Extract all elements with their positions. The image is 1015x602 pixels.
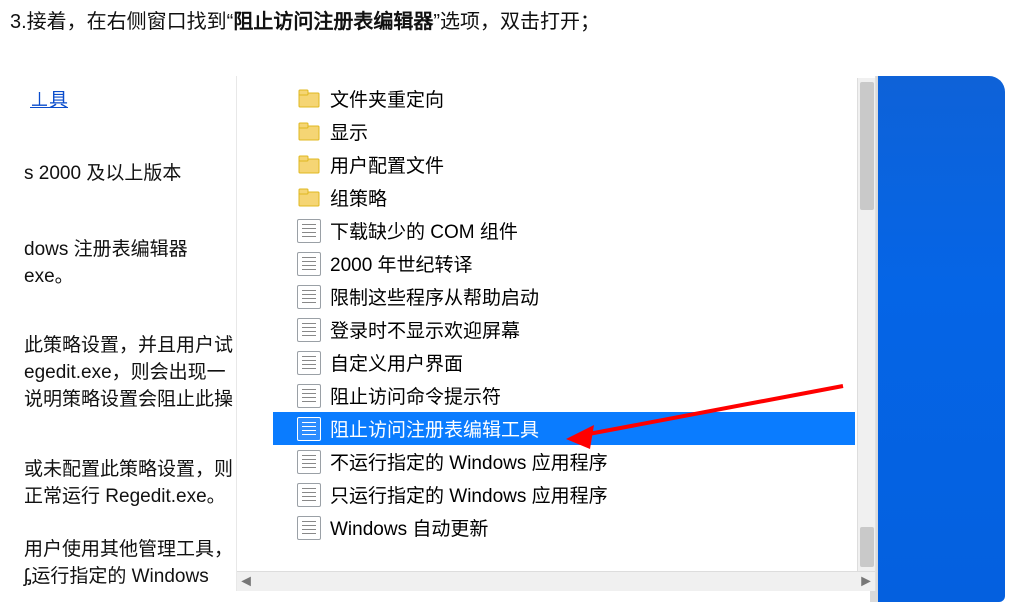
list-item[interactable]: 自定义用户界面 [273,346,855,379]
fragment-link: ⊥具 [30,85,68,112]
setting-icon [297,252,321,276]
fragment-e: 用户使用其他管理工具， [24,536,233,563]
folder-icon [297,87,321,111]
setting-icon [297,450,321,474]
list-item[interactable]: 阻止访问注册表编辑工具 [273,412,855,445]
list-item-label: 不运行指定的 Windows 应用程序 [330,448,608,475]
list-item-label: 阻止访问注册表编辑工具 [330,415,539,442]
list-item[interactable]: 限制这些程序从帮助启动 [273,280,855,313]
fragment-c2: egedit.exe，则会出现一 [24,359,226,386]
scroll-left-arrow[interactable]: ◄ [237,572,255,591]
list-item[interactable]: 用户配置文件 [273,148,855,181]
list-item[interactable]: 不运行指定的 Windows 应用程序 [273,445,855,478]
fragment-d: 或未配置此策略设置，则 [24,456,233,483]
list-item[interactable]: 只运行指定的 Windows 应用程序 [273,478,855,511]
fragment-b: dows 注册表编辑器 [24,236,188,263]
setting-icon [297,318,321,342]
fragment-d2: 正常运行 Regedit.exe。 [24,483,226,510]
fragment-e2: ᶋ运行指定的 Windows [24,563,209,590]
list-item-label: 阻止访问命令提示符 [330,382,501,409]
list-item-label: 文件夹重定向 [330,85,444,112]
fragment-bb: exe。 [24,263,74,290]
setting-icon [297,417,321,441]
list-item[interactable]: 下载缺少的 COM 组件 [273,214,855,247]
setting-icon [297,384,321,408]
list-item[interactable]: 阻止访问命令提示符 [273,379,855,412]
list-item[interactable]: 文件夹重定向 [273,82,855,115]
list-item-label: 组策略 [330,184,387,211]
list-item-label: 用户配置文件 [330,151,444,178]
setting-icon [297,483,321,507]
desktop-background [878,76,1005,602]
scroll-thumb-bottom[interactable] [860,527,874,567]
list-item-label: 自定义用户界面 [330,349,463,376]
list-item[interactable]: 2000 年世纪转译 [273,247,855,280]
fragment-c3: 说明策略设置会阻止此操 [24,386,233,413]
list-item[interactable]: Windows 自动更新 [273,511,855,544]
list-item-label: 2000 年世纪转译 [330,250,473,277]
fragment-a: s 2000 及以上版本 [24,160,181,187]
list-item-label: 登录时不显示欢迎屏幕 [330,316,520,343]
list-item-label: Windows 自动更新 [330,514,488,541]
list-item-label: 只运行指定的 Windows 应用程序 [330,481,608,508]
policy-list: 文件夹重定向显示用户配置文件组策略下载缺少的 COM 组件 2000 年世纪转译限… [273,82,855,569]
scroll-thumb-top[interactable] [860,82,874,210]
vertical-scrollbar[interactable] [857,78,875,571]
instr-bold: 阻止访问注册表编辑器 [233,11,433,33]
setting-icon [297,516,321,540]
scroll-right-arrow[interactable]: ► [857,572,875,591]
setting-icon [297,285,321,309]
policy-list-panel: 文件夹重定向显示用户配置文件组策略下载缺少的 COM 组件 2000 年世纪转译限… [236,76,876,591]
instr-suffix: ”选项，双击打开； [433,11,600,33]
list-item[interactable]: 组策略 [273,181,855,214]
list-item-label: 显示 [330,118,368,145]
folder-icon [297,120,321,144]
folder-icon [297,186,321,210]
folder-icon [297,153,321,177]
list-item-label: 限制这些程序从帮助启动 [330,283,539,310]
instr-prefix: 3.接着，在右侧窗口找到“ [10,11,233,33]
step-instruction: 3.接着，在右侧窗口找到“阻止访问注册表编辑器”选项，双击打开； [0,0,1015,48]
list-item[interactable]: 显示 [273,115,855,148]
list-item[interactable]: 登录时不显示欢迎屏幕 [273,313,855,346]
screenshot-area: ⊥具 s 2000 及以上版本 dows 注册表编辑器 exe。 此策略设置，并… [18,76,1005,602]
setting-icon [297,351,321,375]
list-item-label: 下载缺少的 COM 组件 [330,217,518,244]
horizontal-scrollbar[interactable]: ◄ ► [237,571,875,591]
fragment-c: 此策略设置，并且用户试 [24,332,233,359]
setting-icon [297,219,321,243]
